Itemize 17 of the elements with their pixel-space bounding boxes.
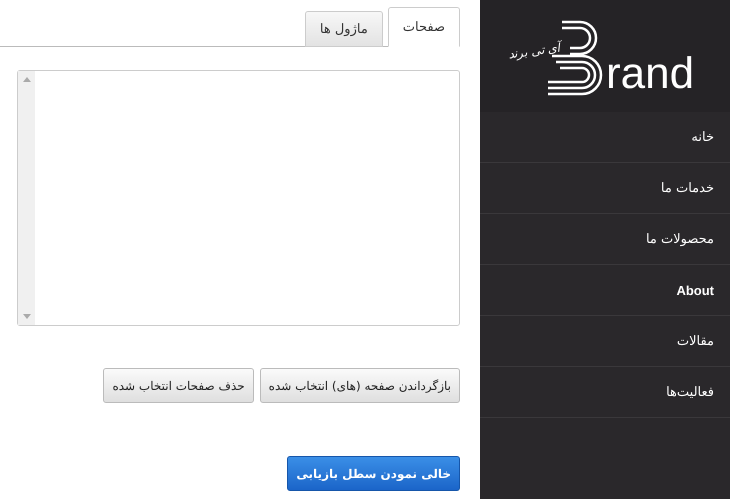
scrollbar[interactable] xyxy=(18,71,35,325)
action-button[interactable]: بازگرداندن صفحه (های) انتخاب شده xyxy=(260,368,460,403)
logo-wordmark: rand xyxy=(606,54,694,94)
scroll-up-icon[interactable] xyxy=(22,77,30,82)
tab[interactable]: صفحات xyxy=(388,7,460,47)
nav-link[interactable]: مقالات xyxy=(676,334,714,348)
empty-bin-button[interactable]: خالی نمودن سطل بازیابی xyxy=(287,456,460,491)
scroll-down-icon[interactable] xyxy=(22,314,30,319)
tab[interactable]: ماژول ها xyxy=(304,11,383,47)
action-button[interactable]: حذف صفحات انتخاب شده xyxy=(103,368,254,403)
nav-link[interactable]: خانه xyxy=(691,130,714,144)
logo-tagline: آی تی برند xyxy=(507,40,560,62)
nav-link[interactable]: محصولات ما xyxy=(646,232,714,246)
nav-link[interactable]: خدمات ما xyxy=(660,180,714,196)
nav-link[interactable]: فعالیت‌ها xyxy=(666,384,714,400)
nav-link[interactable]: About xyxy=(676,282,714,298)
list-box[interactable] xyxy=(17,70,460,326)
